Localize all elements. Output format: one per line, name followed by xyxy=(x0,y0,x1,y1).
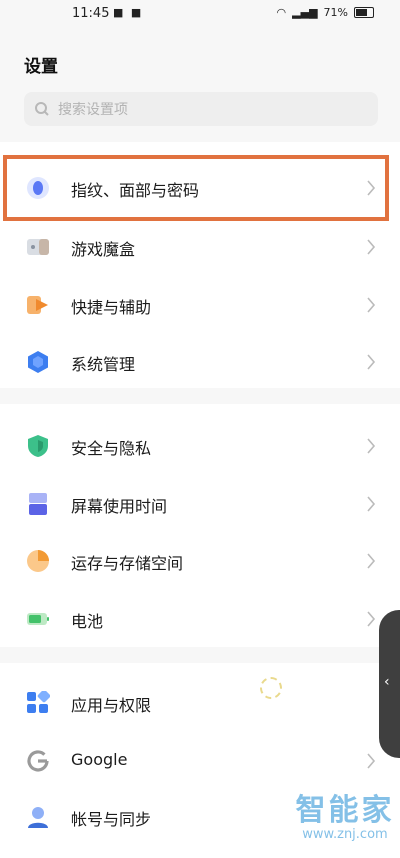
search-bar[interactable]: 搜索设置项 xyxy=(24,92,378,126)
chevron-right-icon xyxy=(367,496,376,512)
settings-item-game-box[interactable]: 游戏魔盒 xyxy=(0,218,400,276)
settings-group-2: 安全与隐私 屏幕使用时间 运存与存储空间 电池 xyxy=(0,404,400,647)
settings-item-label: Google xyxy=(71,750,128,769)
settings-item-label: 游戏魔盒 xyxy=(71,240,136,259)
system-management-icon xyxy=(28,351,48,373)
status-time: 11:45 xyxy=(72,6,110,21)
settings-item-google[interactable]: Google xyxy=(0,732,400,790)
settings-item-label: 运存与存储空间 xyxy=(71,554,184,573)
watermark: 智能家 www.znj.com xyxy=(290,795,400,843)
storage-icon xyxy=(27,550,49,572)
settings-item-label: 安全与隐私 xyxy=(71,439,152,458)
status-bar: 11:45 ■ ■ ◠ ▂▄▆ 71% xyxy=(0,0,400,28)
settings-item-label: 屏幕使用时间 xyxy=(71,497,168,516)
chevron-right-icon xyxy=(367,239,376,255)
chevron-right-icon xyxy=(367,438,376,454)
chevron-right-icon xyxy=(367,753,376,769)
battery-level: 71% xyxy=(323,6,348,19)
search-placeholder: 搜索设置项 xyxy=(58,102,128,118)
side-panel-handle[interactable]: ‹ xyxy=(379,610,400,758)
highlight-frame xyxy=(3,155,389,221)
screen-time-icon xyxy=(29,493,47,515)
chevron-right-icon xyxy=(367,611,376,627)
settings-item-label: 电池 xyxy=(71,612,104,631)
battery-icon xyxy=(354,7,374,18)
settings-item-label: 系统管理 xyxy=(71,355,136,374)
search-icon xyxy=(35,102,49,116)
signal-icon: ▂▄▆ xyxy=(292,6,318,19)
status-indicators: ◠ ▂▄▆ 71% xyxy=(277,6,374,19)
settings-item-label: 帐号与同步 xyxy=(71,810,152,829)
settings-item-shortcut[interactable]: 快捷与辅助 xyxy=(0,276,400,334)
settings-item-apps-permissions[interactable]: 应用与权限 xyxy=(0,674,400,732)
settings-item-label: 快捷与辅助 xyxy=(71,298,152,317)
settings-item-security-privacy[interactable]: 安全与隐私 xyxy=(0,417,400,475)
watermark-url: www.znj.com xyxy=(302,827,388,842)
chevron-left-icon: ‹ xyxy=(384,674,390,690)
wifi-icon: ◠ xyxy=(276,6,287,19)
google-icon xyxy=(27,750,49,772)
chevron-right-icon xyxy=(367,297,376,313)
battery-icon xyxy=(27,613,49,625)
settings-item-storage[interactable]: 运存与存储空间 xyxy=(0,532,400,590)
chevron-right-icon xyxy=(367,553,376,569)
settings-item-label: 应用与权限 xyxy=(71,696,152,715)
apps-icon xyxy=(27,691,50,713)
shield-icon xyxy=(28,435,48,457)
recording-icon: ■ ■ xyxy=(113,6,144,19)
shortcut-icon xyxy=(27,296,48,314)
watermark-logo: 智能家 xyxy=(295,793,395,828)
settings-item-screen-time[interactable]: 屏幕使用时间 xyxy=(0,475,400,533)
settings-item-battery[interactable]: 电池 xyxy=(0,590,400,648)
account-icon xyxy=(28,807,48,828)
settings-item-system-management[interactable]: 系统管理 xyxy=(0,333,400,391)
page-title: 设置 xyxy=(24,57,58,77)
loading-indicator xyxy=(260,677,282,699)
game-box-icon xyxy=(27,239,49,255)
chevron-right-icon xyxy=(367,354,376,370)
